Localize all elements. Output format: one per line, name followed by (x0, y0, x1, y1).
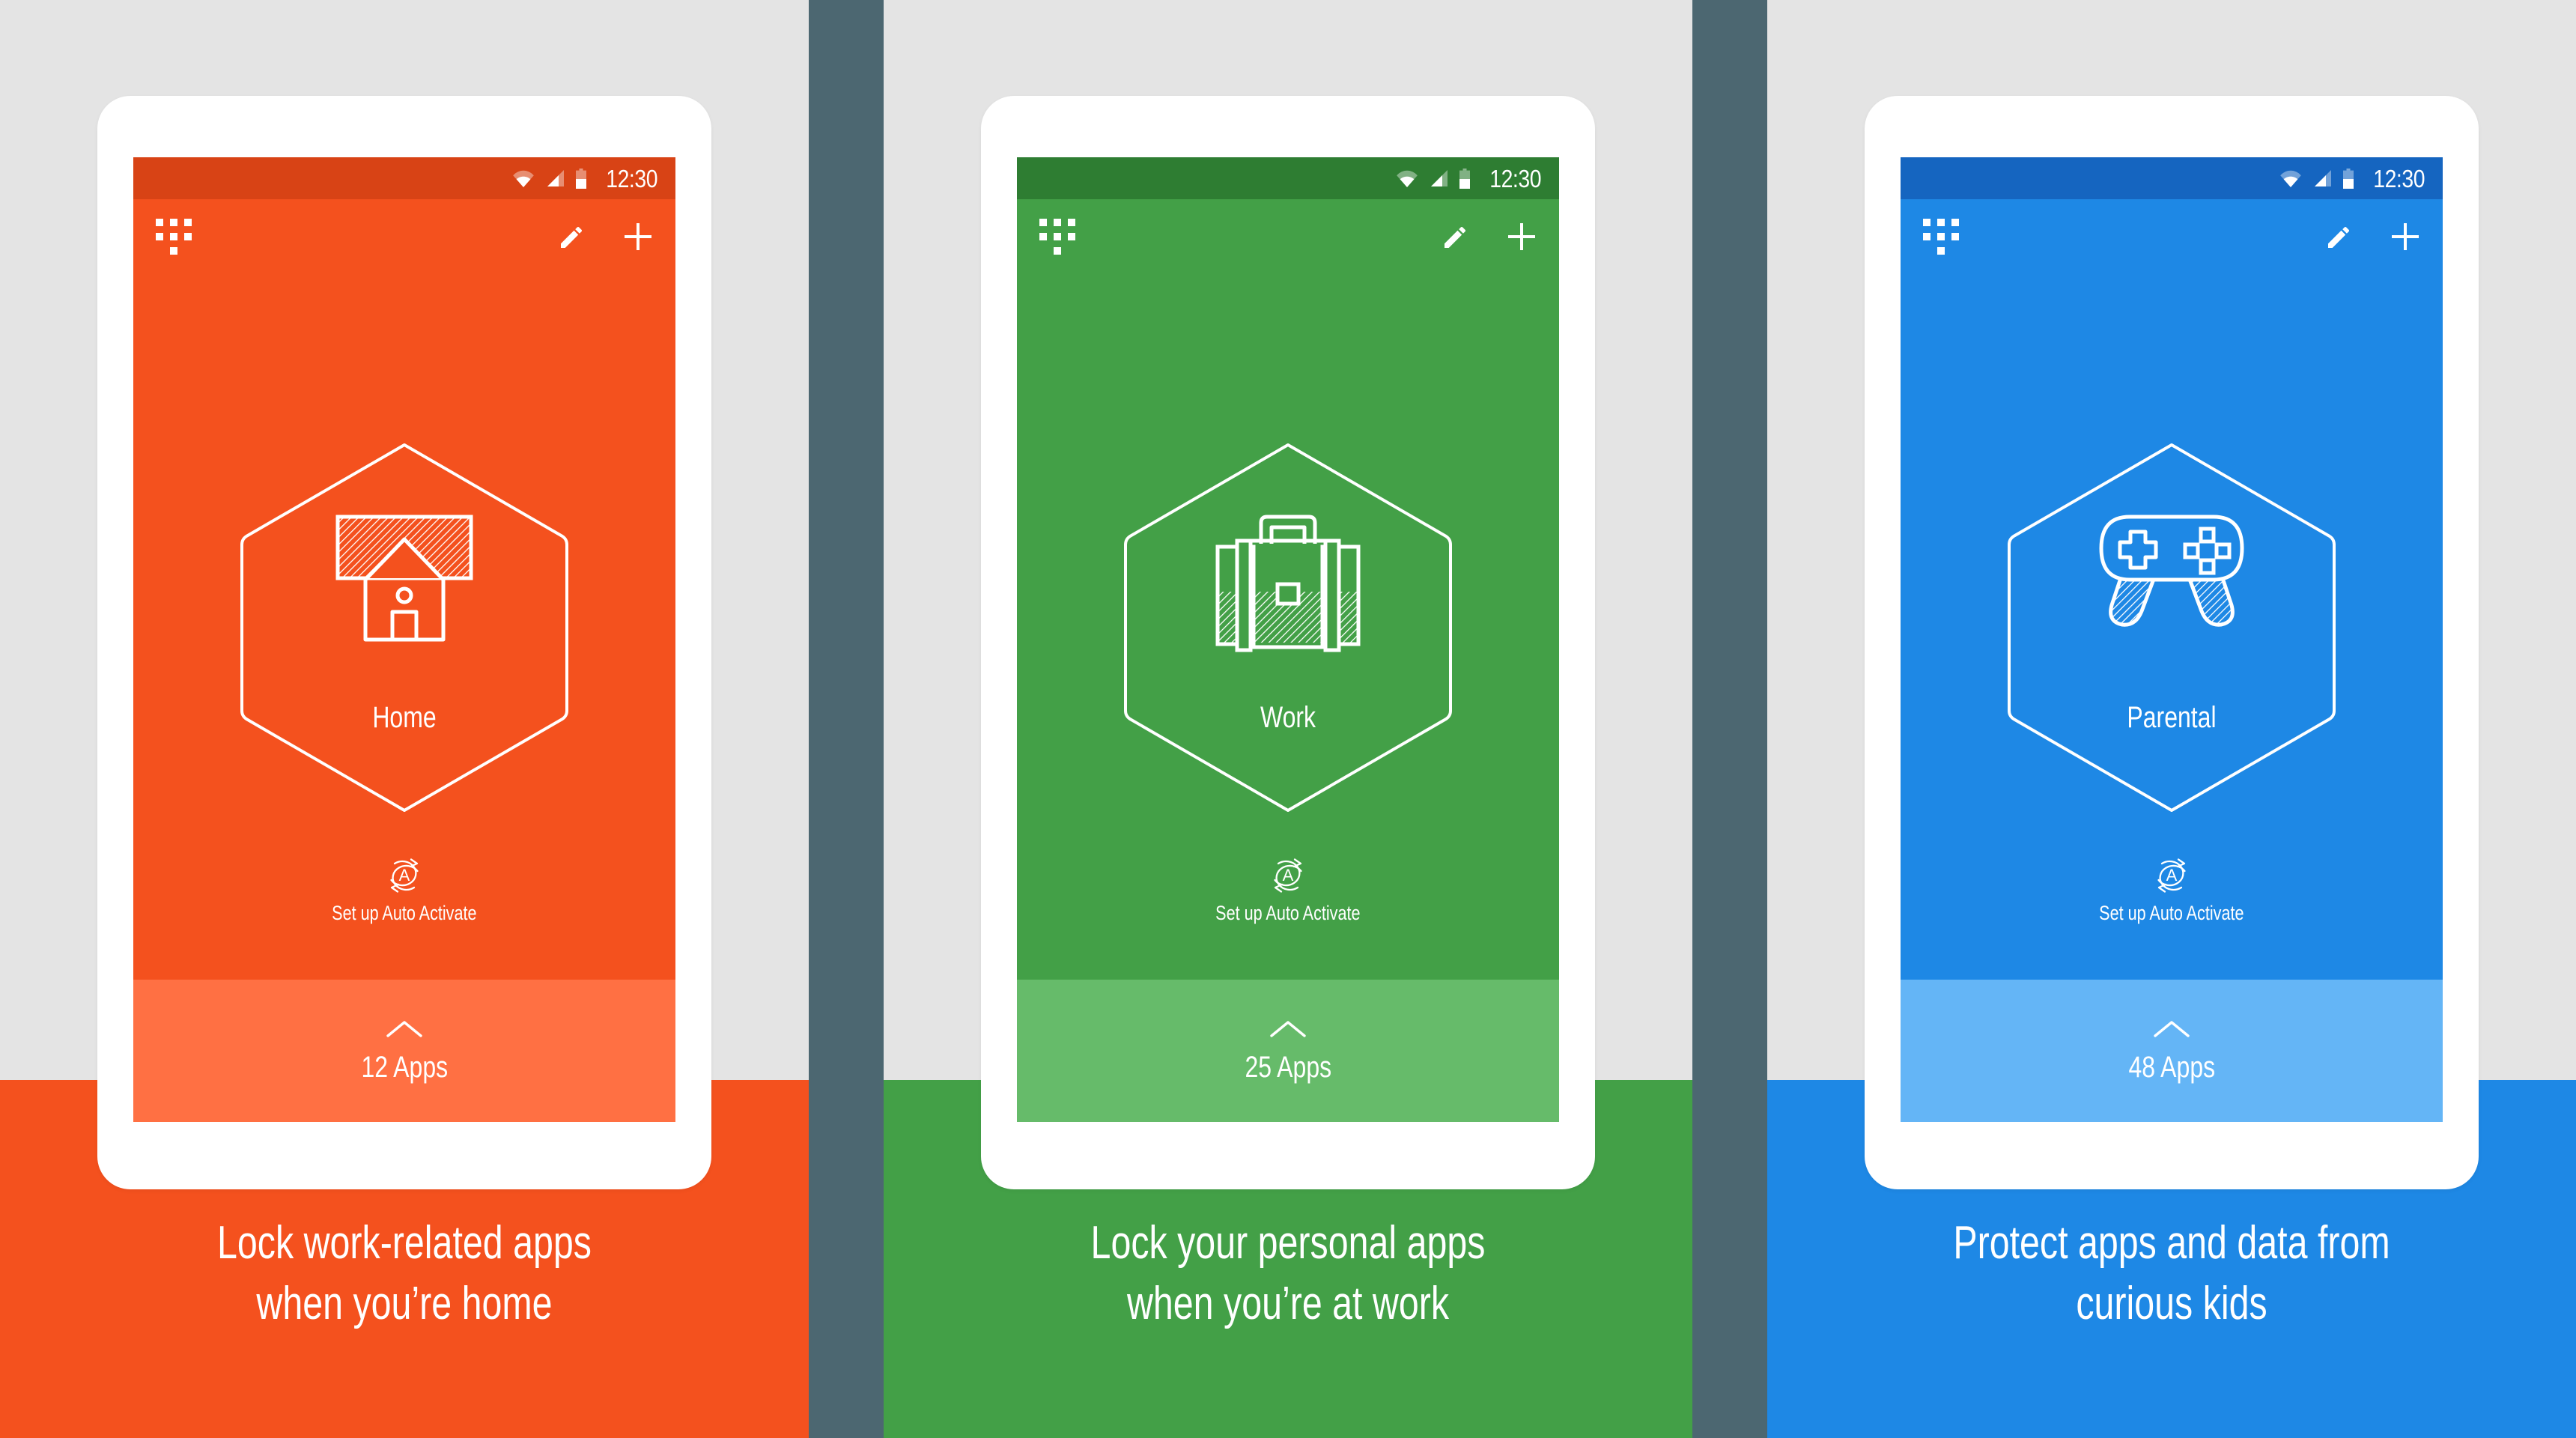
status-bar-time: 12:30 (606, 164, 657, 192)
toolbar-actions (2324, 220, 2422, 253)
plus-add-icon[interactable] (1505, 220, 1538, 253)
svg-text:A: A (1283, 866, 1294, 885)
phone-mockup-parental: 12:30 Parental A Set up Auto Activate 48 App… (1865, 96, 2479, 1189)
battery-icon (2342, 168, 2354, 189)
panel-home: Lock work-related apps when you’re home 12… (0, 0, 809, 1438)
profile-badge-work[interactable]: Work (1120, 440, 1456, 815)
caption-line-2: when you’re at work (1126, 1277, 1450, 1329)
svg-text:A: A (399, 866, 410, 885)
hero-area: Home A Set up Auto Activate (133, 274, 675, 1090)
hero-area: Work A Set up Auto Activate (1017, 274, 1559, 1090)
house-icon (335, 515, 473, 642)
phone-screen-home: 12:30 Home A Set up Auto Activate 12 Apps (133, 157, 675, 1122)
caption-line-2: when you’re home (256, 1277, 553, 1329)
app-grid-icon[interactable] (1039, 219, 1075, 255)
app-toolbar (133, 199, 675, 274)
panel-separator-1 (1692, 0, 1767, 1438)
gamepad-icon (2099, 515, 2244, 627)
caption-line-2: curious kids (2076, 1277, 2267, 1329)
svg-text:A: A (2166, 866, 2178, 885)
auto-activate-label: Set up Auto Activate (2099, 902, 2244, 924)
pencil-edit-icon[interactable] (1441, 222, 1471, 252)
status-bar: 12:30 (1017, 157, 1559, 199)
caption-line-1: Lock your personal apps (1090, 1217, 1486, 1269)
plus-add-icon[interactable] (622, 220, 654, 253)
auto-activate-label: Set up Auto Activate (332, 902, 477, 924)
wifi-icon (513, 170, 534, 187)
auto-activate-button[interactable]: A Set up Auto Activate (1017, 857, 1559, 925)
auto-activate-button[interactable]: A Set up Auto Activate (1901, 857, 2443, 925)
caption-work: Lock your personal apps when you’re at wo… (884, 1213, 1692, 1334)
status-bar-time: 12:30 (2373, 164, 2425, 192)
toolbar-actions (557, 220, 654, 253)
battery-icon (575, 168, 586, 189)
profile-badge-label: Work (1260, 701, 1316, 734)
plus-add-icon[interactable] (2389, 220, 2422, 253)
auto-activate-icon[interactable]: A (383, 857, 425, 894)
status-bar-time: 12:30 (1489, 164, 1541, 192)
auto-activate-label: Set up Auto Activate (1215, 902, 1361, 924)
auto-activate-icon[interactable]: A (2151, 857, 2193, 894)
phone-mockup-home: 12:30 Home A Set up Auto Activate 12 Apps (97, 96, 711, 1189)
signal-icon (2314, 170, 2331, 186)
chevron-up-icon[interactable] (1269, 1018, 1307, 1040)
phone-screen-work: 12:30 Work A Set up Auto Activate 25 Apps (1017, 157, 1559, 1122)
profile-badge-home[interactable]: Home (236, 440, 573, 815)
house-icon (236, 512, 573, 644)
hero-area: Parental A Set up Auto Activate (1901, 274, 2443, 1090)
app-drawer-handle[interactable]: 12 Apps (133, 980, 675, 1122)
app-toolbar (1901, 199, 2443, 274)
briefcase-icon (1215, 515, 1361, 652)
signal-icon (547, 170, 564, 186)
promo-screenshot-stage: Lock work-related apps when you’re home 12… (0, 0, 2576, 1438)
wifi-icon (2280, 170, 2301, 187)
app-drawer-handle[interactable]: 48 Apps (1901, 980, 2443, 1122)
wifi-icon (1397, 170, 1418, 187)
phone-screen-parental: 12:30 Parental A Set up Auto Activate 48 App… (1901, 157, 2443, 1122)
pencil-edit-icon[interactable] (2324, 222, 2354, 252)
panel-work: Lock your personal apps when you’re at wo… (884, 0, 1692, 1438)
caption-parental: Protect apps and data from curious kids (1767, 1213, 2576, 1334)
battery-icon (1459, 168, 1470, 189)
status-bar: 12:30 (133, 157, 675, 199)
hexagon-badge-outline (2008, 443, 2336, 812)
profile-badge-parental[interactable]: Parental (2003, 440, 2340, 815)
app-toolbar (1017, 199, 1559, 274)
app-grid-icon[interactable] (1923, 219, 1959, 255)
profile-badge-label: Home (372, 701, 437, 734)
app-count-label: 48 Apps (2128, 1050, 2215, 1084)
profile-badge-label: Parental (2127, 701, 2217, 734)
auto-activate-icon[interactable]: A (1267, 857, 1309, 894)
briefcase-icon (1120, 512, 1456, 655)
auto-activate-button[interactable]: A Set up Auto Activate (133, 857, 675, 925)
app-count-label: 25 Apps (1245, 1050, 1331, 1084)
caption-line-1: Protect apps and data from (1953, 1217, 2390, 1269)
chevron-up-icon[interactable] (2153, 1018, 2190, 1040)
caption-home: Lock work-related apps when you’re home (0, 1213, 809, 1334)
app-grid-icon[interactable] (156, 219, 192, 255)
caption-line-1: Lock work-related apps (217, 1217, 592, 1269)
chevron-up-icon[interactable] (386, 1018, 423, 1040)
phone-mockup-work: 12:30 Work A Set up Auto Activate 25 Apps (981, 96, 1595, 1189)
gamepad-icon (2003, 512, 2340, 628)
app-count-label: 12 Apps (361, 1050, 448, 1084)
pencil-edit-icon[interactable] (557, 222, 587, 252)
status-bar: 12:30 (1901, 157, 2443, 199)
toolbar-actions (1441, 220, 1538, 253)
panel-parental: Protect apps and data from curious kids 12… (1767, 0, 2576, 1438)
app-drawer-handle[interactable]: 25 Apps (1017, 980, 1559, 1122)
signal-icon (1430, 170, 1448, 186)
panel-separator-0 (809, 0, 884, 1438)
